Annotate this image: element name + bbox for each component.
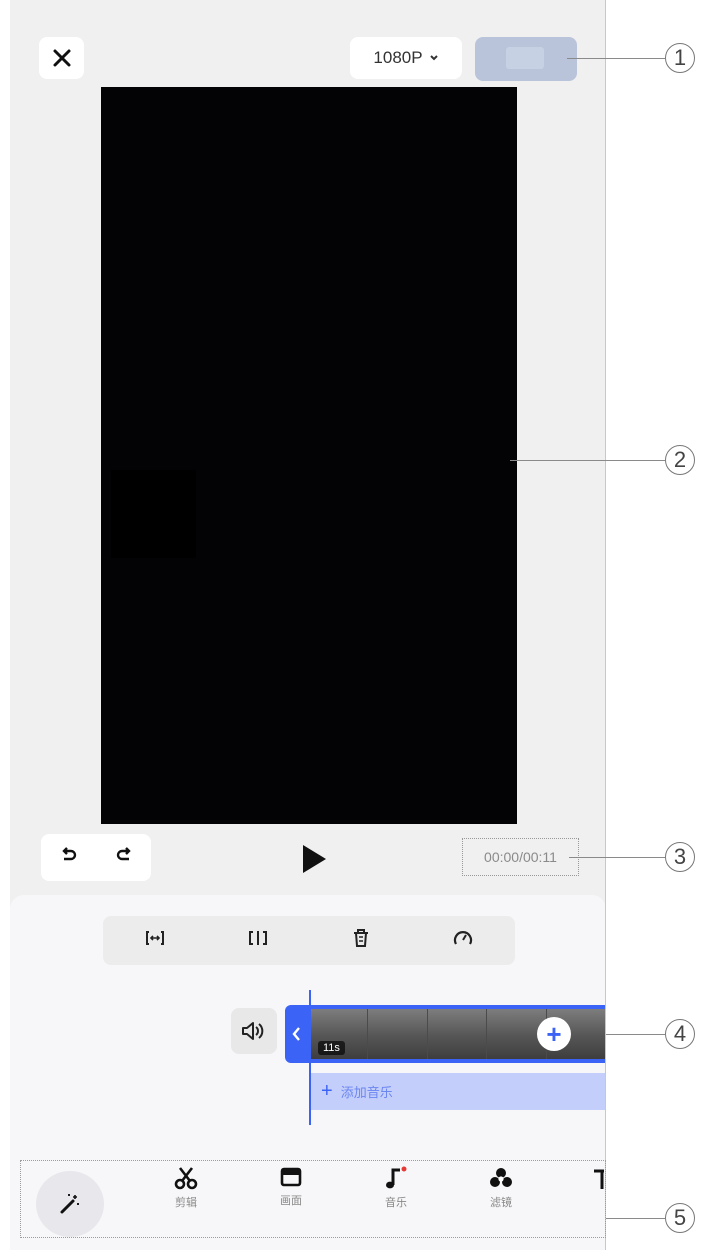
- video-clip[interactable]: 11s +: [285, 1005, 606, 1063]
- split-button[interactable]: [248, 929, 268, 952]
- screen-edge: [605, 0, 606, 1250]
- export-button[interactable]: [475, 37, 577, 81]
- speed-button[interactable]: [453, 929, 473, 952]
- clip-volume-button[interactable]: [231, 1008, 277, 1054]
- close-button[interactable]: [39, 37, 84, 79]
- redo-icon: [116, 847, 131, 861]
- resolution-dropdown[interactable]: 1080P: [350, 37, 462, 79]
- clip-duration: 11s: [318, 1041, 345, 1055]
- tool-label: 剪辑: [175, 1197, 197, 1209]
- canvas-icon: [280, 1167, 302, 1187]
- callout-line-1: [567, 58, 665, 59]
- undo-button[interactable]: [60, 847, 78, 868]
- undo-redo-group: [41, 834, 151, 881]
- play-icon: [303, 845, 326, 873]
- plus-icon: +: [321, 1080, 333, 1102]
- callout-line-2: [510, 460, 665, 461]
- trash-icon: [353, 929, 368, 947]
- speaker-icon: [242, 1022, 264, 1040]
- video-preview[interactable]: [101, 87, 517, 824]
- magic-wand-icon: [60, 1194, 79, 1214]
- callout-2: 2: [665, 445, 695, 475]
- chevron-left-icon: [292, 1027, 300, 1041]
- scissors-icon: [174, 1167, 198, 1190]
- filter-icon: [490, 1168, 512, 1187]
- close-icon: [53, 49, 70, 67]
- magic-edit-button[interactable]: [36, 1171, 104, 1237]
- tool-canvas[interactable]: 画面: [261, 1165, 321, 1208]
- playback-timecode: 00:00/00:11: [462, 838, 579, 876]
- text-icon: [594, 1169, 604, 1189]
- preview-overlay-thumbnail: [111, 470, 196, 558]
- delete-button[interactable]: [352, 928, 370, 953]
- clip-trim-handle[interactable]: [285, 1005, 309, 1063]
- tool-label: 音乐: [385, 1197, 407, 1209]
- undo-icon: [61, 847, 76, 861]
- redo-button[interactable]: [115, 847, 133, 868]
- callout-line-4: [606, 1034, 665, 1035]
- add-clip-button[interactable]: +: [537, 1017, 571, 1051]
- chevron-down-icon: [429, 55, 438, 61]
- add-audio-label: 添加音乐: [340, 1085, 393, 1100]
- callout-line-5: [606, 1218, 665, 1219]
- tool-music[interactable]: 音乐: [366, 1165, 426, 1210]
- callout-4: 4: [665, 1019, 695, 1049]
- play-button[interactable]: [299, 843, 329, 875]
- tool-filter[interactable]: 滤镜: [471, 1165, 531, 1210]
- video-editor-screen: 1080P 00:00/00:11 11s + + 添加音乐: [10, 0, 606, 1250]
- resolution-label: 1080P: [373, 48, 423, 67]
- tool-cut[interactable]: 剪辑: [156, 1165, 216, 1210]
- split-icon: [249, 931, 268, 945]
- plus-icon: +: [546, 1019, 562, 1049]
- callout-line-3: [569, 857, 665, 858]
- speed-gauge-icon: [454, 931, 473, 945]
- add-audio-track[interactable]: + 添加音乐: [311, 1073, 606, 1110]
- bottom-toolbar: 剪辑 画面 音乐 滤镜: [20, 1160, 606, 1238]
- fit-button[interactable]: [145, 929, 165, 952]
- clip-frame: [427, 1009, 488, 1059]
- tool-label: 画面: [280, 1195, 302, 1207]
- music-note-icon: [386, 1166, 407, 1189]
- tool-text-partial[interactable]: [592, 1167, 604, 1223]
- callout-5: 5: [665, 1203, 695, 1233]
- fit-width-icon: [145, 931, 164, 945]
- callout-3: 3: [665, 842, 695, 872]
- clip-tools-bar: [103, 916, 515, 965]
- clip-frame: [368, 1009, 428, 1059]
- export-label-placeholder: [506, 47, 544, 69]
- tool-label: 滤镜: [490, 1197, 512, 1209]
- callout-1: 1: [665, 43, 695, 73]
